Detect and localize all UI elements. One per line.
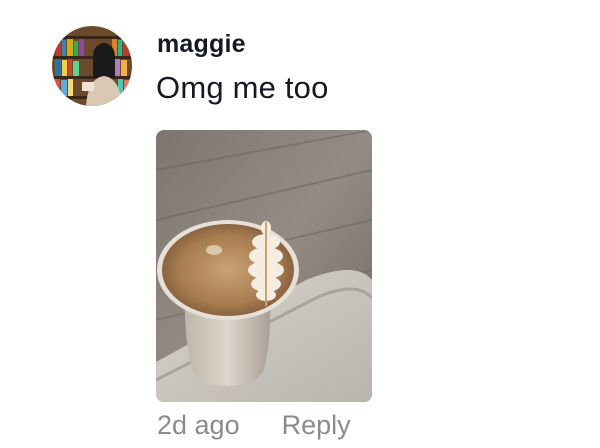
comment-text: Omg me too — [156, 70, 329, 105]
avatar-image — [52, 26, 132, 106]
comment-meta: 2d ago Reply — [157, 410, 351, 441]
avatar[interactable] — [52, 26, 132, 106]
comment-username[interactable]: maggie — [157, 30, 246, 59]
comment-timestamp: 2d ago — [157, 410, 240, 440]
latte-art-photo-icon — [156, 130, 372, 402]
reply-button[interactable]: Reply — [282, 410, 351, 441]
comment-attachment-photo[interactable] — [156, 130, 372, 402]
comment-item: maggie Omg me too 2d ago Reply — [0, 0, 600, 448]
